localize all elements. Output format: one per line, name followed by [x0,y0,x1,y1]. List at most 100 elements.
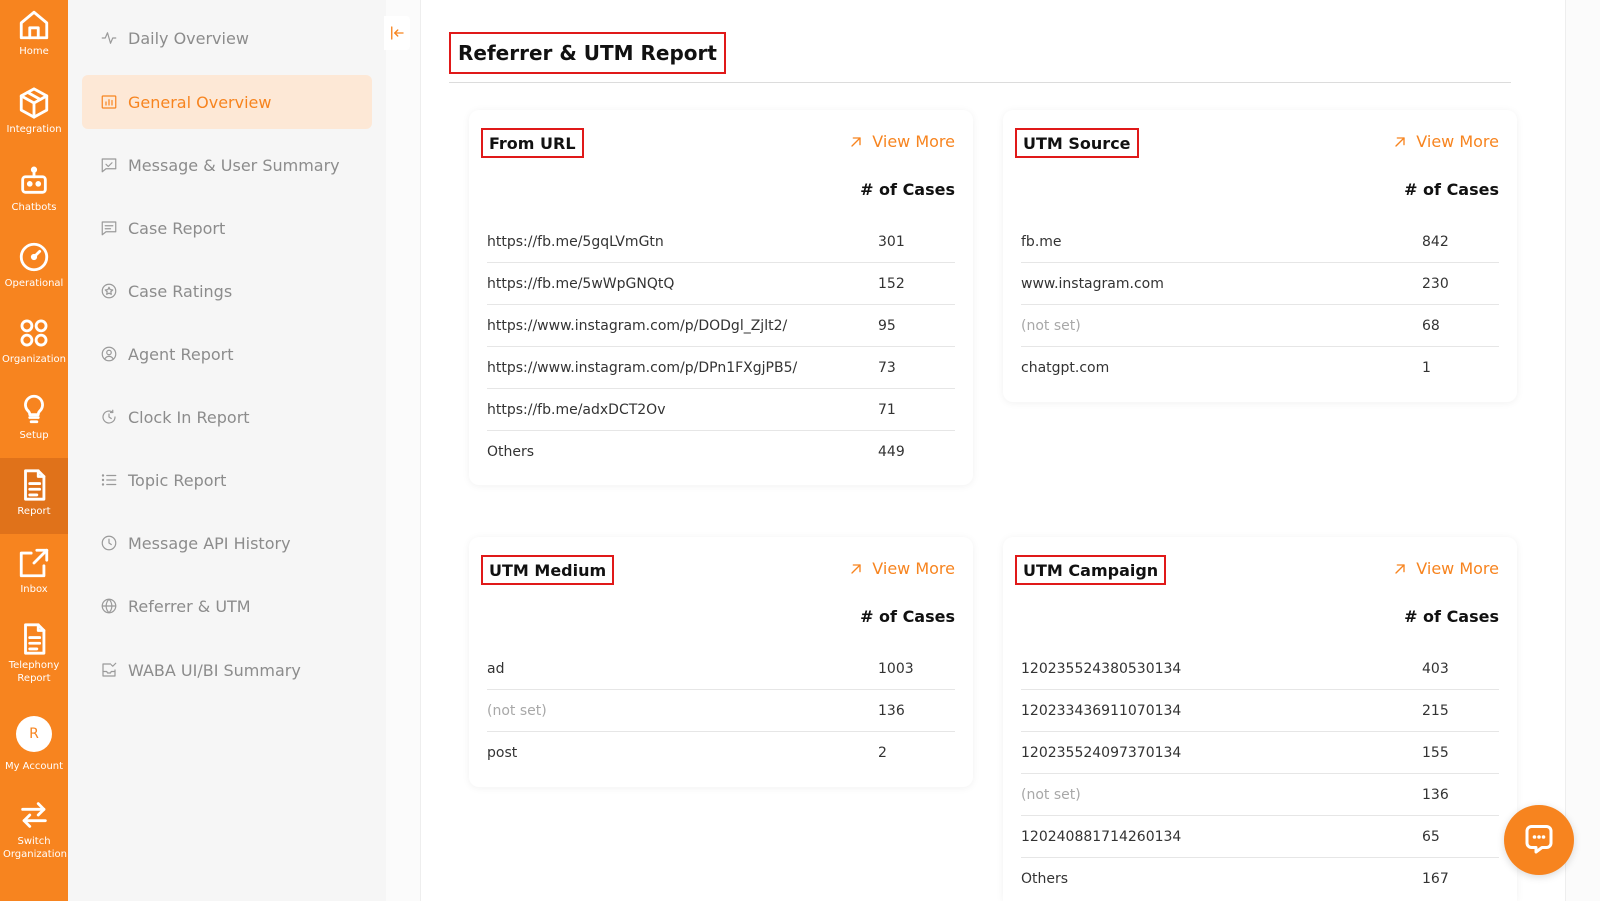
rail-item-report[interactable]: Report [0,458,68,534]
rail-label: Report [17,506,51,517]
rail-item-integration[interactable]: Integration [0,86,68,152]
table-row: Others 167 [1021,858,1499,900]
sidebar-item-case-ratings[interactable]: Case Ratings [82,264,372,318]
collapse-sidebar-button[interactable] [384,16,410,50]
globe-icon [100,597,118,615]
row-key: 120240881714260134 [1021,828,1182,845]
card-title-highlight: UTM Medium [481,555,615,585]
row-value: 1003 [878,660,914,677]
home-icon [19,10,49,40]
clock-refresh-icon [100,408,118,426]
rail-label: Setup [19,430,49,441]
view-more-label: View More [1416,559,1499,578]
row-value: 449 [878,444,905,460]
arrow-up-right-icon [851,136,861,147]
row-value: 71 [878,401,896,418]
card-utm-campaign: UTM Campaign View More # of Cases 120235… [1003,537,1517,901]
robot-icon [21,166,47,194]
table-row: fb.me 842 [1021,221,1499,263]
row-value: 155 [1422,744,1449,761]
app-rail: Home Integration Chatbots Operational Or… [0,0,68,901]
page-title: Referrer & UTM Report [458,41,717,65]
row-value: 842 [1422,233,1449,250]
table-row: 120240881714260134 65 [1021,816,1499,858]
column-header-cases: # of Cases [860,607,955,626]
arrow-up-right-icon [851,563,861,574]
card-title-highlight: UTM Source [1015,128,1139,158]
rail-item-operational[interactable]: Operational [0,240,68,306]
view-more-label: View More [1416,132,1499,151]
sidebar-item-waba-summary[interactable]: WABA UI/BI Summary [82,643,372,697]
arrow-up-right-icon [1395,563,1405,574]
column-header-cases: # of Cases [1404,180,1499,199]
view-more-from-url[interactable]: View More [848,132,955,151]
switch-icon [21,802,47,828]
row-value: 152 [878,275,905,292]
table-row: post 2 [487,732,955,774]
rail-label: Organization [2,354,66,365]
table-row: https://fb.me/5wWpGNQtQ 152 [487,263,955,305]
sidebar-item-message-api-history[interactable]: Message API History [82,516,372,570]
rail-label: Telephony Report [8,660,60,684]
rail-label: Inbox [20,584,48,595]
row-key: post [487,745,518,761]
cube-icon [19,87,49,119]
sidebar-item-general-overview[interactable]: General Overview [82,75,372,129]
card-title-highlight: From URL [481,128,584,158]
sidebar-item-case-report[interactable]: Case Report [82,201,372,255]
view-more-utm-medium[interactable]: View More [848,559,955,578]
row-value: 167 [1422,871,1449,887]
rail-item-inbox[interactable]: Inbox [0,546,68,612]
rail-label: Home [19,46,49,57]
document-icon [24,623,46,655]
rail-item-chatbots[interactable]: Chatbots [0,164,68,230]
rail-item-telephony-report[interactable]: Telephony Report [0,622,68,702]
sidebar-item-referrer-utm[interactable]: Referrer & UTM [82,579,372,633]
sidebar-item-label: Message & User Summary [128,155,340,175]
row-value: 1 [1422,360,1431,376]
rail-item-setup[interactable]: Setup [0,392,68,458]
row-value: 136 [878,702,905,719]
view-more-utm-source[interactable]: View More [1392,132,1499,151]
report-sidebar: Daily Overview General Overview Message … [68,0,386,901]
view-more-utm-campaign[interactable]: View More [1392,559,1499,578]
row-key: Others [1021,871,1069,887]
table-row: www.instagram.com 230 [1021,263,1499,305]
sidebar-item-label: General Overview [128,92,272,112]
row-key: https://fb.me/5wWpGNQtQ [487,275,675,292]
chat-widget-button[interactable] [1504,805,1574,875]
rail-item-organization[interactable]: Organization [0,316,68,382]
sidebar-item-agent-report[interactable]: Agent Report [82,327,372,381]
sidebar-item-label: WABA UI/BI Summary [128,660,301,680]
sidebar-item-daily-overview[interactable]: Daily Overview [82,11,372,65]
card-title-highlight: UTM Campaign [1015,555,1167,585]
row-key: https://www.instagram.com/p/DPn1FXgjPB5/ [487,359,798,376]
utm-campaign-table: 120235524380530134 403 120233436911070134… [1021,648,1499,900]
row-key: (not set) [1021,317,1081,334]
row-key: 120233436911070134 [1021,702,1182,719]
table-row: ad 1003 [487,648,955,690]
rail-item-switch-organization[interactable]: Switch Organization [0,798,68,892]
view-more-label: View More [872,559,955,578]
sidebar-item-message-user-summary[interactable]: Message & User Summary [82,138,372,192]
sidebar-item-clock-in-report[interactable]: Clock In Report [82,390,372,444]
card-from-url: From URL View More # of Cases https://fb… [469,110,973,485]
rail-item-my-account[interactable]: R My Account [0,716,68,782]
pulse-icon [100,29,118,47]
column-header-cases: # of Cases [860,180,955,199]
chat-bubble-icon [1525,825,1553,854]
row-key: https://www.instagram.com/p/DODgl_Zjlt2/ [487,317,788,334]
column-header-cases: # of Cases [1404,607,1499,626]
row-value: 136 [1422,786,1449,803]
sidebar-item-topic-report[interactable]: Topic Report [82,453,372,507]
sidebar-item-label: Case Report [128,218,226,238]
rail-label: Operational [4,278,64,289]
rail-item-home[interactable]: Home [0,8,68,74]
rail-label: Switch Organization [3,836,67,860]
card-title: UTM Medium [489,560,607,580]
chart-icon [100,93,118,111]
title-divider [449,82,1511,83]
table-row: https://www.instagram.com/p/DPn1FXgjPB5/… [487,347,955,389]
inbox-check-icon [100,661,118,679]
row-value: 65 [1422,828,1440,845]
